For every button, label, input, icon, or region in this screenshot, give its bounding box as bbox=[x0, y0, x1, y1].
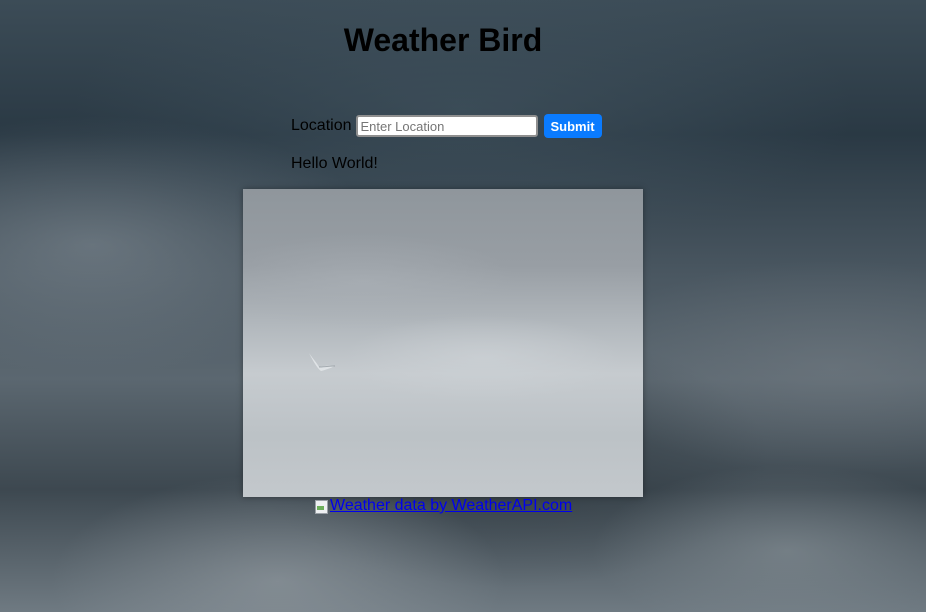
weatherapi-link-text: Weather data by WeatherAPI.com bbox=[330, 497, 573, 514]
bird-icon bbox=[309, 353, 336, 371]
location-label: Location bbox=[291, 117, 352, 134]
weatherapi-link[interactable]: Weather data by WeatherAPI.com bbox=[314, 497, 572, 515]
location-input[interactable] bbox=[355, 115, 538, 137]
weather-image bbox=[243, 189, 643, 497]
weather-message: Hello World! bbox=[291, 155, 378, 172]
submit-button[interactable]: Submit bbox=[543, 114, 602, 138]
page-title: Weather Bird bbox=[343, 22, 543, 58]
broken-image-icon bbox=[314, 498, 328, 514]
location-form: Location Submit bbox=[291, 114, 602, 138]
